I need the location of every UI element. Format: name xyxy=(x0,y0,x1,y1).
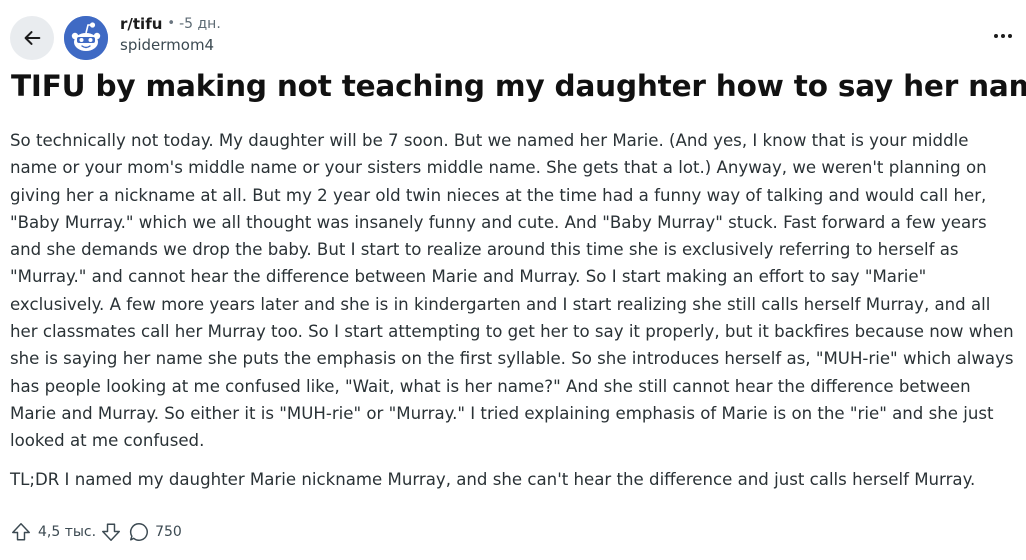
upvote-arrow-icon xyxy=(12,523,30,541)
subreddit-avatar[interactable] xyxy=(64,16,108,60)
post-body: So technically not today. My daughter wi… xyxy=(10,127,1020,455)
author-link[interactable]: spidermom4 xyxy=(120,34,221,56)
post-title: TIFU by making not teaching my daughter … xyxy=(11,69,1026,103)
post-age: -5 дн. xyxy=(179,16,221,32)
downvote-button[interactable] xyxy=(100,521,122,543)
more-options-button[interactable] xyxy=(988,23,1018,49)
post-meta: r/tifu • -5 дн. spidermom4 xyxy=(120,14,221,56)
post-body-paragraph: So technically not today. My daughter wi… xyxy=(10,131,1014,451)
post-tldr: TL;DR I named my daughter Marie nickname… xyxy=(10,470,976,489)
post-header: r/tifu • -5 дн. spidermom4 xyxy=(0,0,1026,70)
comments-count: 750 xyxy=(155,524,182,540)
comment-bubble-icon xyxy=(130,523,149,541)
comments-button[interactable] xyxy=(128,521,150,543)
more-horizontal-icon xyxy=(994,34,998,38)
post-actions: 4,5 тыс. 750 xyxy=(10,518,182,546)
subreddit-link[interactable]: r/tifu xyxy=(120,14,162,34)
upvote-button[interactable] xyxy=(10,521,32,543)
meta-separator: • xyxy=(167,16,176,31)
vote-score: 4,5 тыс. xyxy=(38,524,97,540)
arrow-left-icon xyxy=(24,31,41,45)
reddit-snoo-icon xyxy=(64,16,108,60)
back-button[interactable] xyxy=(10,16,54,60)
downvote-arrow-icon xyxy=(102,523,121,541)
